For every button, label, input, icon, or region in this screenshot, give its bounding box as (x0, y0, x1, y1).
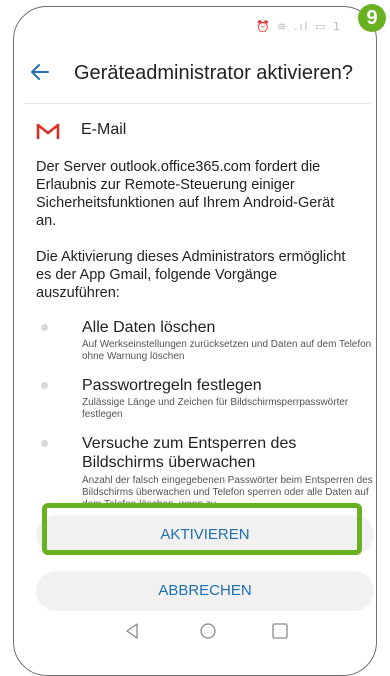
nav-back-icon[interactable] (122, 621, 142, 641)
gmail-icon (36, 122, 60, 140)
activate-highlight-frame (42, 503, 362, 555)
step-number-badge: 9 (358, 4, 386, 32)
permission-description: Auf Werkseinstellungen zurücksetzen und … (82, 339, 372, 362)
status-icons: ⏰ ≋ .ıl ▭ 1 (256, 20, 342, 33)
navigation-bar (14, 617, 376, 657)
status-time: 1 (333, 20, 342, 33)
description-paragraph-1: Der Server outlook.office365.com fordert… (36, 159, 335, 229)
permission-description: Zulässige Länge und Zeichen für Bildschi… (82, 397, 349, 420)
dialog-header: Geräteadministrator aktivieren? (14, 50, 376, 94)
nav-recent-apps-icon[interactable] (271, 622, 289, 640)
nav-home-icon[interactable] (198, 621, 218, 641)
app-name: E-Mail (81, 121, 127, 138)
permission-title: Passwortregeln festlegen (82, 377, 262, 394)
back-arrow-icon[interactable] (26, 58, 54, 86)
page-title: Geräteadministrator aktivieren? (74, 62, 354, 84)
permission-title: Versuche zum Entsperren des Bildschirms … (82, 435, 297, 471)
header-divider (24, 103, 370, 104)
phone-frame: ⏰ ≋ .ıl ▭ 1 Geräteadministrator aktivier… (13, 6, 377, 676)
bullet-icon (41, 382, 48, 389)
permission-title: Alle Daten löschen (82, 319, 216, 336)
bullet-icon (41, 324, 48, 331)
bullet-icon (41, 440, 48, 447)
description-paragraph-2: Die Aktivierung dieses Administrators er… (36, 249, 346, 301)
cancel-button[interactable]: ABBRECHEN (36, 571, 374, 611)
status-bar: ⏰ ≋ .ıl ▭ 1 (14, 7, 376, 41)
